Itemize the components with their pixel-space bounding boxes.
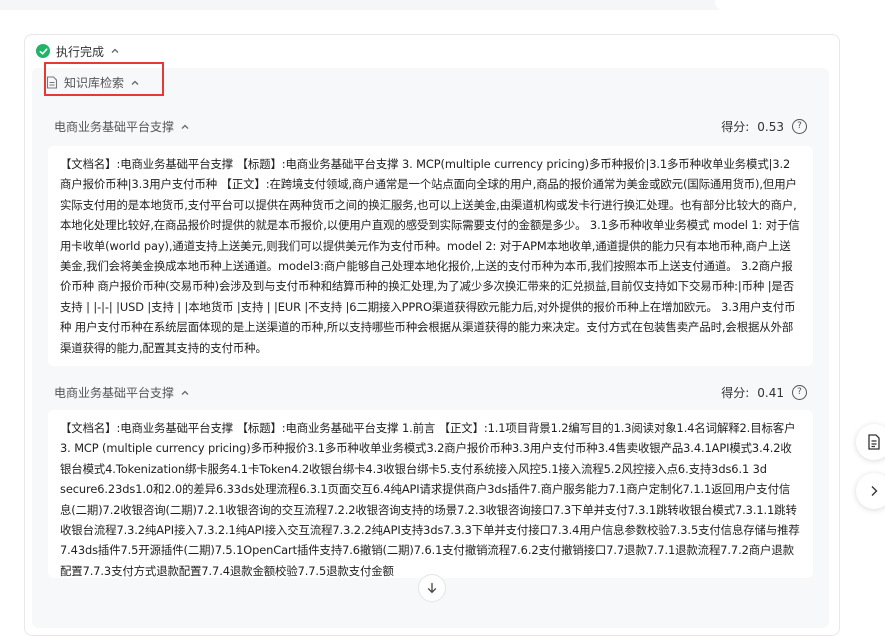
next-side-button[interactable] [856, 473, 885, 509]
score-label: 得分: [721, 386, 750, 400]
chevron-up-icon [111, 48, 119, 53]
result-score: 得分: 0.53 ? [721, 118, 807, 135]
result-content: 【文档名】:电商业务基础平台支撑 【标题】:电商业务基础平台支撑 3. MCP(… [48, 146, 813, 366]
document-side-button[interactable] [856, 424, 885, 460]
score-label: 得分: [721, 120, 750, 134]
knowledge-search-label: 知识库检索 [64, 76, 125, 90]
scroll-down-button[interactable] [418, 574, 446, 602]
status-row[interactable]: 执行完成 [36, 42, 120, 60]
status-label: 执行完成 [56, 44, 105, 59]
result-title: 电商业务基础平台支撑 [54, 120, 175, 134]
score-value: 0.53 [757, 119, 784, 134]
result-title-toggle[interactable]: 电商业务基础平台支撑 [54, 118, 190, 135]
document-icon [46, 76, 58, 89]
question-circle-icon[interactable]: ? [792, 119, 807, 134]
document-lines-icon [868, 434, 880, 450]
result-content: 【文档名】:电商业务基础平台支撑 【标题】:电商业务基础平台支撑 1.前言 【正… [48, 410, 813, 578]
arrow-down-icon [427, 582, 437, 594]
result-title-toggle[interactable]: 电商业务基础平台支撑 [54, 384, 190, 401]
question-circle-icon[interactable]: ? [792, 385, 807, 400]
chevron-right-icon [871, 486, 878, 496]
top-strip [0, 0, 885, 10]
chevron-up-icon [131, 80, 139, 85]
score-value: 0.41 [757, 385, 784, 400]
result-title: 电商业务基础平台支撑 [54, 386, 175, 400]
knowledge-search-toggle[interactable]: 知识库检索 [46, 74, 140, 91]
result-score: 得分: 0.41 ? [721, 384, 807, 401]
check-circle-icon [36, 44, 50, 58]
chevron-up-icon [181, 390, 189, 395]
chevron-up-icon [181, 124, 189, 129]
